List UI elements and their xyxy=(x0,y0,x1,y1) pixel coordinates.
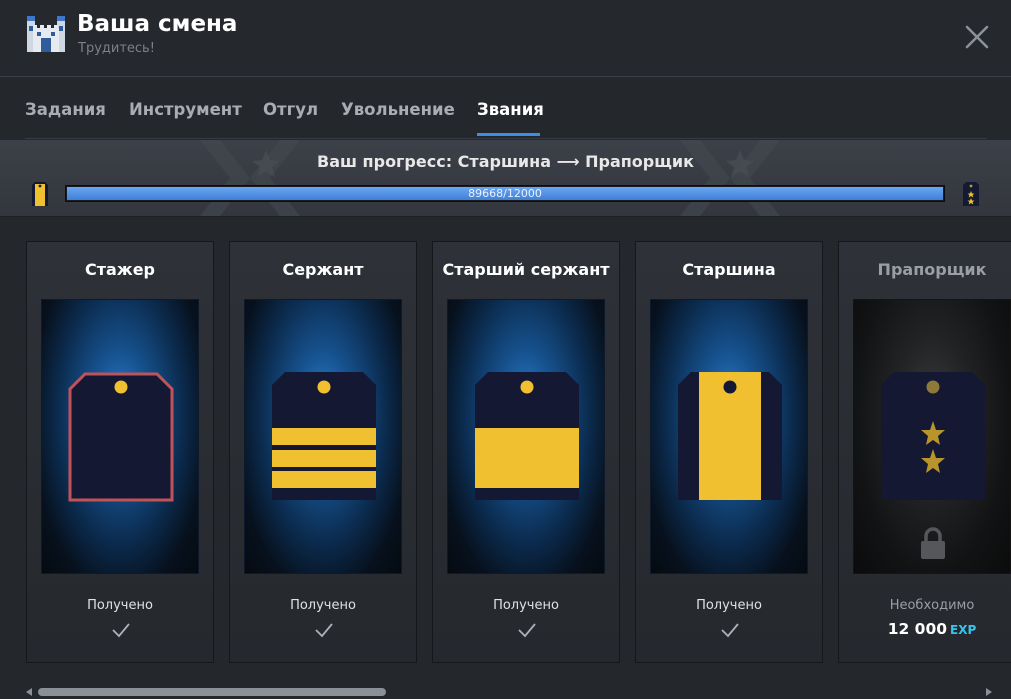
rank-card-art xyxy=(244,299,402,574)
check-icon xyxy=(315,623,333,638)
rank-card-status: Получено xyxy=(87,598,153,613)
exp-label: EXP xyxy=(950,623,977,637)
horizontal-scrollbar-thumb[interactable] xyxy=(38,688,386,696)
close-icon[interactable] xyxy=(962,22,992,52)
tab-bar: Задания Инструмент Отгул Увольнение Зван… xyxy=(25,96,987,139)
rank-requirement: 12 000 EXP xyxy=(839,620,1011,638)
rank-card-art xyxy=(853,299,1011,574)
tab-day-off[interactable]: Отгул xyxy=(263,100,318,119)
current-rank-mini-icon xyxy=(32,182,48,206)
rank-card-senior-sergeant[interactable]: Старший сержант Получено xyxy=(432,241,620,663)
progress-panel: Ваш прогресс: Старшина ⟶ Прапорщик 89668… xyxy=(0,140,1011,217)
progress-next-rank: Прапорщик xyxy=(585,152,694,171)
progress-arrow: ⟶ xyxy=(556,152,580,171)
active-tab-indicator xyxy=(477,133,540,136)
rank-card-title: Прапорщик xyxy=(877,260,987,279)
rank-card-title: Сержант xyxy=(282,260,364,279)
rank-card-status: Необходимо xyxy=(889,598,975,613)
tab-dismissal[interactable]: Увольнение xyxy=(341,100,455,119)
scroll-right-arrow-icon[interactable] xyxy=(984,687,994,697)
progress-label: Ваш прогресс: Старшина ⟶ Прапорщик xyxy=(0,152,1011,171)
rank-card-trainee[interactable]: Стажер Получено xyxy=(26,241,214,663)
epaulette-wide-stripe-icon xyxy=(475,372,579,500)
progress-label-prefix: Ваш прогресс: xyxy=(317,152,453,171)
window-title: Ваша смена xyxy=(77,11,238,37)
window-subtitle: Трудитесь! xyxy=(78,41,155,56)
rank-card-art xyxy=(447,299,605,574)
rank-card-title: Стажер xyxy=(84,260,156,279)
check-icon xyxy=(721,623,739,638)
tab-ranks[interactable]: Звания xyxy=(477,100,544,119)
scroll-left-arrow-icon[interactable] xyxy=(24,687,34,697)
window-header: Ваша смена Трудитесь! xyxy=(0,0,1011,77)
rank-card-warrant-officer[interactable]: Прапорщик Необходимо 12 000 EXP xyxy=(838,241,1011,663)
castle-icon xyxy=(27,16,65,52)
check-icon xyxy=(112,623,130,638)
rank-card-art xyxy=(650,299,808,574)
rank-card-status: Получено xyxy=(290,598,356,613)
check-icon xyxy=(518,623,536,638)
lock-icon xyxy=(921,527,945,559)
tab-tools[interactable]: Инструмент xyxy=(129,100,242,119)
rank-card-title: Старший сержант xyxy=(442,260,610,279)
progress-bar-text: 89668/12000 xyxy=(468,187,542,200)
tab-tasks[interactable]: Задания xyxy=(25,100,106,119)
epaulette-blank-icon xyxy=(68,372,174,502)
epaulette-three-stripes-icon xyxy=(272,372,376,500)
progress-bar: 89668/12000 xyxy=(65,185,945,202)
epaulette-long-stripe-icon xyxy=(678,372,782,500)
progress-current-rank: Старшина xyxy=(457,152,551,171)
rank-cards: Стажер Получено Сержант Получено Старший… xyxy=(26,241,1011,663)
rank-card-art xyxy=(41,299,199,574)
rank-card-sergeant[interactable]: Сержант Получено xyxy=(229,241,417,663)
next-rank-mini-icon xyxy=(963,182,979,206)
rank-requirement-amount: 12 000 xyxy=(887,620,948,638)
rank-card-title: Старшина xyxy=(682,260,776,279)
rank-card-status: Получено xyxy=(493,598,559,613)
rank-card-status: Получено xyxy=(696,598,762,613)
rank-card-petty-officer[interactable]: Старшина Получено xyxy=(635,241,823,663)
